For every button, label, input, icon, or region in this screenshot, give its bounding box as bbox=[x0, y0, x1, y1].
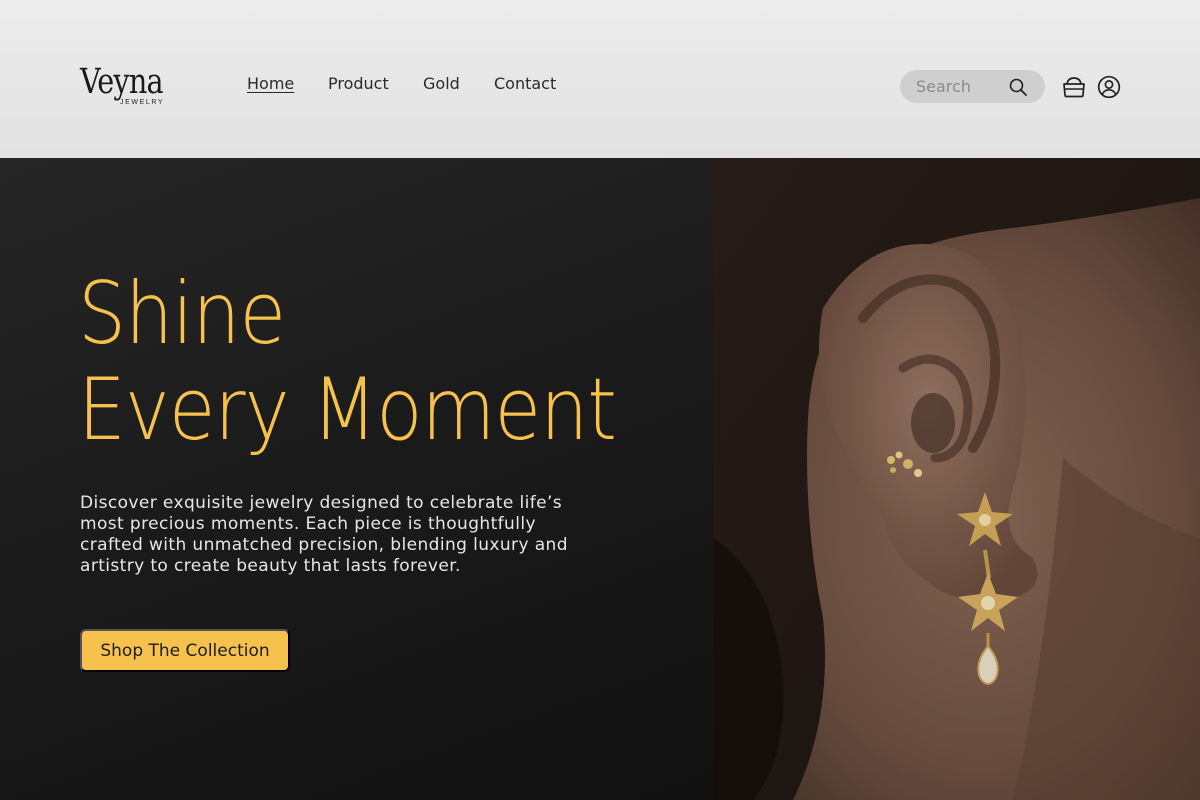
user-icon[interactable] bbox=[1097, 75, 1121, 99]
hero-image bbox=[713, 158, 1200, 800]
site-header: Veyna JEWELRY Home Product Gold Contact bbox=[0, 0, 1200, 158]
headline-line-1: Shine bbox=[78, 264, 286, 364]
brand-logo[interactable]: Veyna JEWELRY bbox=[80, 62, 180, 110]
nav-product[interactable]: Product bbox=[328, 74, 389, 93]
nav-gold[interactable]: Gold bbox=[423, 74, 460, 93]
nav-contact[interactable]: Contact bbox=[494, 74, 556, 93]
brand-name: Veyna bbox=[80, 62, 164, 102]
hero-description: Discover exquisite jewelry designed to c… bbox=[80, 493, 568, 576]
shop-collection-button[interactable]: Shop The Collection bbox=[80, 629, 290, 672]
hero-headline: Shine Every Moment bbox=[78, 264, 617, 460]
search-input[interactable] bbox=[916, 70, 1012, 103]
hero-section: Shine Every Moment Discover exquisite je… bbox=[0, 158, 713, 800]
brand-tagline: JEWELRY bbox=[120, 99, 165, 106]
cart-icon[interactable] bbox=[1061, 75, 1087, 99]
nav-home[interactable]: Home bbox=[247, 74, 294, 93]
headline-line-2: Every Moment bbox=[78, 360, 617, 460]
ear-earring-photo bbox=[713, 158, 1200, 800]
search-icon[interactable] bbox=[1008, 77, 1028, 97]
